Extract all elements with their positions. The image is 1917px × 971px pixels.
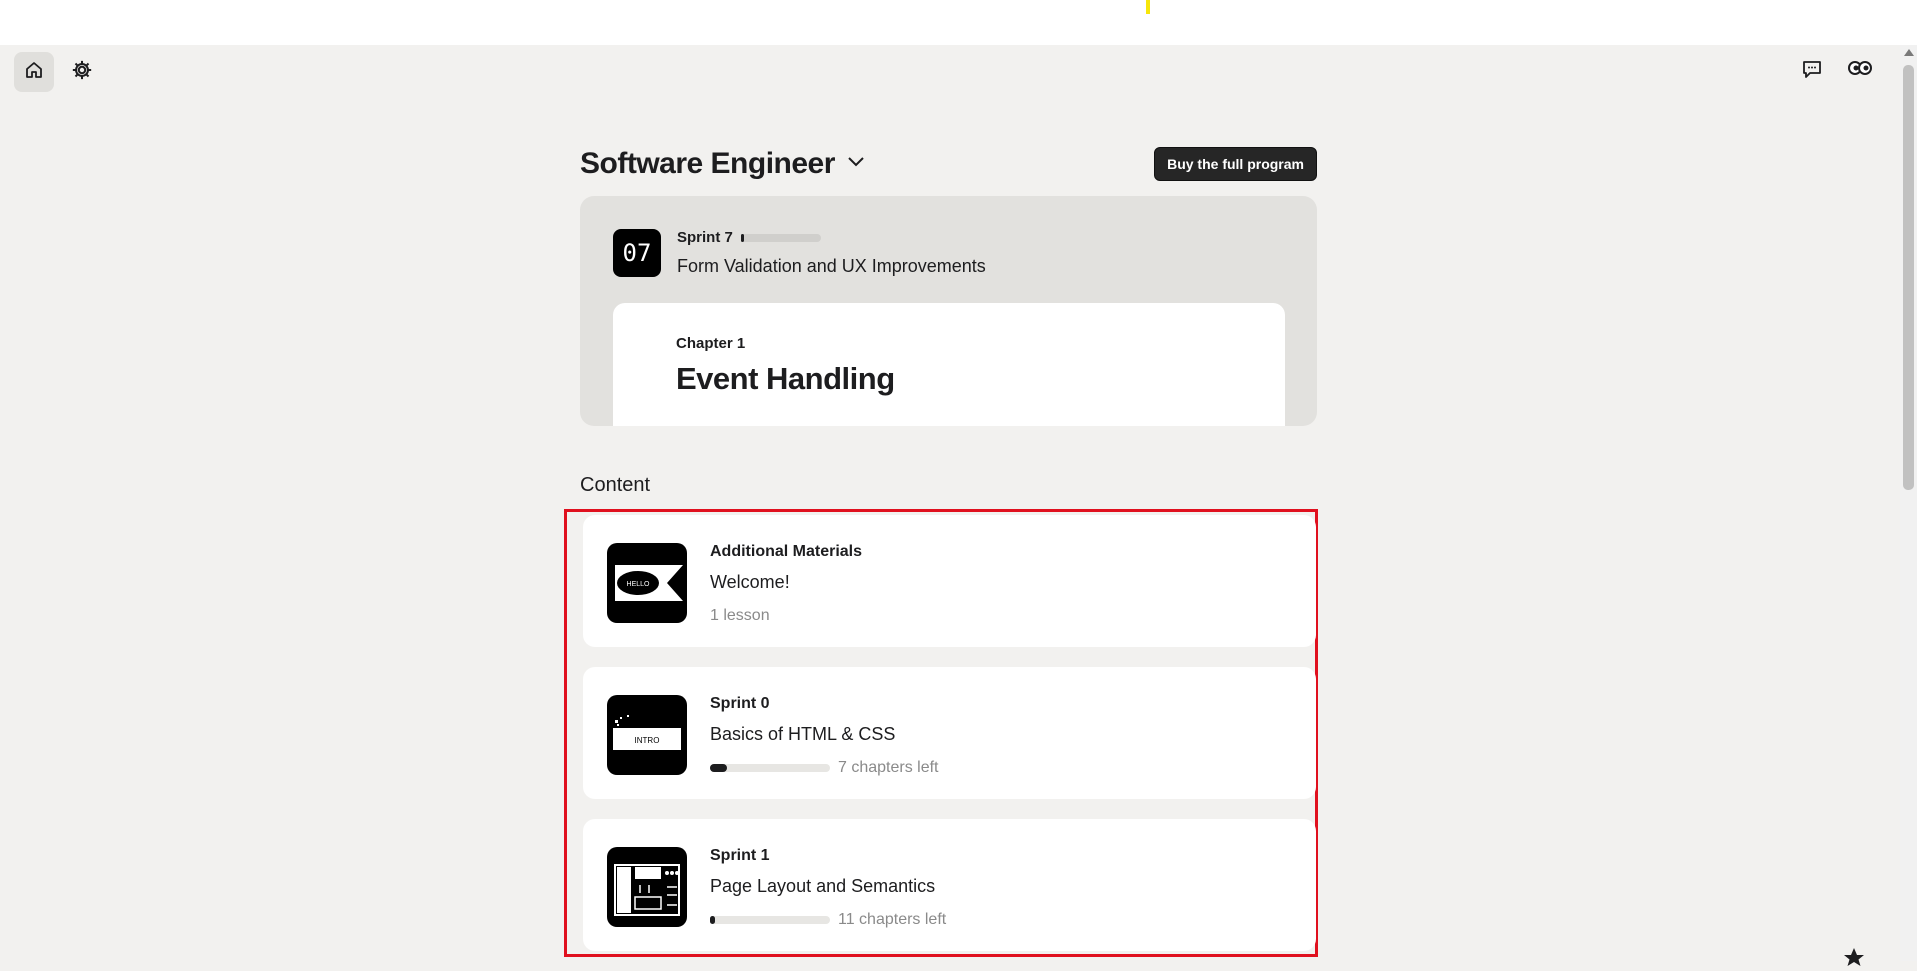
gear-icon xyxy=(71,59,93,86)
star-icon[interactable] xyxy=(1840,946,1868,966)
item-title: Basics of HTML & CSS xyxy=(710,724,896,744)
item-meta: 1 lesson xyxy=(710,607,770,625)
scroll-up-arrow-icon[interactable] xyxy=(1904,49,1914,56)
item-title: Welcome! xyxy=(710,572,790,592)
item-kicker: Sprint 0 xyxy=(710,695,770,712)
sprint-label-row: Sprint 7 xyxy=(677,229,821,246)
page-scrollbar[interactable] xyxy=(1900,45,1917,961)
item-meta: 7 chapters left xyxy=(710,759,939,777)
layout-thumbnail-icon xyxy=(607,847,687,927)
hello-thumb-text: HELLO xyxy=(627,581,651,588)
sprint-label: Sprint 7 xyxy=(677,229,733,246)
browser-top-bar xyxy=(0,0,1917,45)
content-item-sprint-0[interactable]: INTRO Sprint 0 Basics of HTML & CSS 7 ch… xyxy=(583,667,1316,799)
item-meta-text: 1 lesson xyxy=(710,607,770,624)
item-meta: 11 chapters left xyxy=(710,911,946,929)
chapter-title: Event Handling xyxy=(676,361,895,396)
program-title: Software Engineer xyxy=(580,147,835,180)
program-header: Software Engineer Buy the full program xyxy=(580,145,1317,183)
chapter-label: Chapter 1 xyxy=(676,335,746,352)
content-item-welcome[interactable]: HELLO Additional Materials Welcome! 1 le… xyxy=(583,515,1316,647)
right-nav xyxy=(1797,56,1875,86)
chat-icon xyxy=(1801,58,1823,85)
scroll-thumb[interactable] xyxy=(1903,65,1914,490)
profile-button[interactable] xyxy=(1845,56,1875,86)
chat-button[interactable] xyxy=(1797,56,1827,86)
item-progress-bar xyxy=(710,916,830,924)
item-title: Page Layout and Semantics xyxy=(710,876,936,896)
left-nav xyxy=(14,52,102,92)
current-sprint-card[interactable]: 07 Sprint 7 Form Validation and UX Impro… xyxy=(580,196,1317,426)
item-meta-text: 7 chapters left xyxy=(838,759,939,776)
hello-thumbnail-icon: HELLO xyxy=(607,543,687,623)
mascot-avatar-icon xyxy=(1847,58,1873,85)
chevron-down-icon xyxy=(847,155,865,173)
top-bar-marker xyxy=(1146,0,1150,14)
settings-button[interactable] xyxy=(62,52,102,92)
content-heading: Content xyxy=(580,474,651,496)
intro-thumb-text: INTRO xyxy=(635,736,660,745)
program-selector[interactable]: Software Engineer xyxy=(580,147,865,181)
item-progress-bar xyxy=(710,764,830,772)
main-column: Software Engineer Buy the full program 0… xyxy=(580,145,1317,426)
content-item-sprint-1[interactable]: Sprint 1 Page Layout and Semantics 11 ch… xyxy=(583,819,1316,951)
sprint-badge: 07 xyxy=(613,229,661,277)
item-kicker: Additional Materials xyxy=(710,543,863,560)
item-kicker: Sprint 1 xyxy=(710,847,770,864)
current-chapter-card[interactable]: Chapter 1 Event Handling xyxy=(613,303,1285,426)
intro-thumbnail-icon: INTRO xyxy=(607,695,687,775)
home-button[interactable] xyxy=(14,52,54,92)
item-meta-text: 11 chapters left xyxy=(838,911,947,928)
sprint-progress-bar xyxy=(740,233,821,242)
sprint-name: Form Validation and UX Improvements xyxy=(677,256,986,276)
buy-program-button[interactable]: Buy the full program xyxy=(1154,147,1317,181)
home-icon xyxy=(24,60,44,85)
